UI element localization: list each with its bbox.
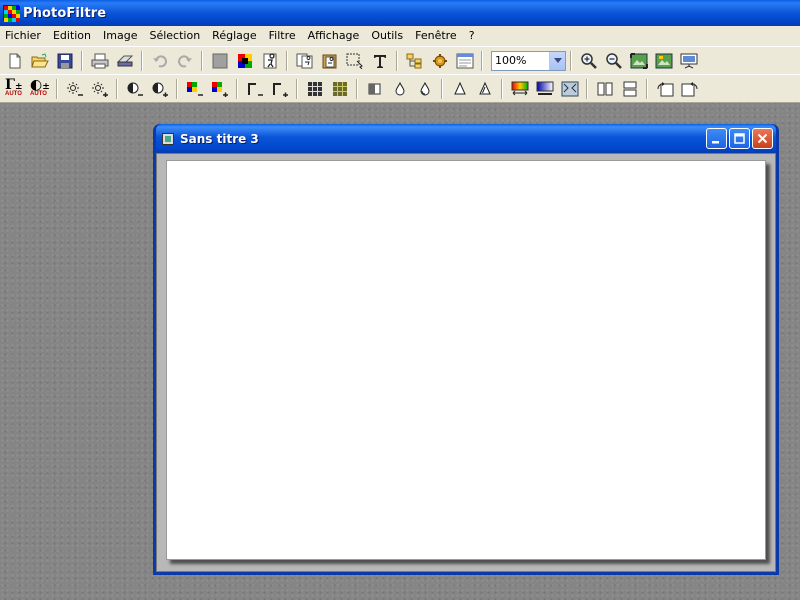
- toolbar-separator: [116, 78, 118, 99]
- auto-levels-icon[interactable]: Γ± AUTO: [3, 78, 27, 100]
- menu-bar: Fichier Edition Image Sélection Réglage …: [0, 26, 800, 46]
- print-icon[interactable]: [88, 50, 112, 72]
- transparency-icon[interactable]: [258, 50, 282, 72]
- new-icon[interactable]: [3, 50, 27, 72]
- contrast-plus-icon[interactable]: [148, 78, 172, 100]
- menu-selection[interactable]: Sélection: [143, 27, 206, 45]
- contrast-minus-icon[interactable]: [123, 78, 147, 100]
- text-icon[interactable]: [368, 50, 392, 72]
- window-icon[interactable]: [453, 50, 477, 72]
- scan-icon[interactable]: [113, 50, 137, 72]
- menu-fichier[interactable]: Fichier: [0, 27, 47, 45]
- toolbar-separator: [236, 78, 238, 99]
- flip-vertical-icon[interactable]: [618, 78, 642, 100]
- gamma-minus-icon[interactable]: [243, 78, 267, 100]
- zoom-in-icon[interactable]: [577, 50, 601, 72]
- toolbar-separator: [286, 50, 288, 71]
- menu-filtre[interactable]: Filtre: [263, 27, 302, 45]
- tree-icon[interactable]: [403, 50, 427, 72]
- menu-reglage[interactable]: Réglage: [206, 27, 262, 45]
- auto-label: AUTO: [5, 90, 22, 97]
- sharpen-icon[interactable]: [363, 78, 387, 100]
- toolbar-separator: [441, 78, 443, 99]
- paste-icon[interactable]: [318, 50, 342, 72]
- toolbar-separator: [501, 78, 503, 99]
- select-all-icon[interactable]: [343, 50, 367, 72]
- undo-icon[interactable]: [148, 50, 172, 72]
- toolbar-separator: [201, 50, 203, 71]
- menu-image[interactable]: Image: [97, 27, 143, 45]
- rotate-left-icon[interactable]: [653, 78, 677, 100]
- plugins-icon[interactable]: [428, 50, 452, 72]
- photofiltre-app-icon: [3, 5, 20, 22]
- fade-icon[interactable]: [533, 78, 557, 100]
- app-titlebar[interactable]: PhotoFiltre: [0, 0, 800, 26]
- auto-contrast-glyph: ◐± AUTO: [30, 78, 50, 99]
- document-icon: [162, 132, 174, 145]
- menu-fenetre[interactable]: Fenêtre: [409, 27, 463, 45]
- slideshow-icon[interactable]: [677, 50, 701, 72]
- menu-help[interactable]: ?: [463, 27, 481, 45]
- fit-window-icon[interactable]: [627, 50, 651, 72]
- brightness-plus-icon[interactable]: [88, 78, 112, 100]
- rotate-right-icon[interactable]: [678, 78, 702, 100]
- document-titlebar[interactable]: Sans titre 3: [156, 124, 776, 153]
- minimize-icon: [712, 141, 719, 144]
- adjust-toolbar: Γ± AUTO ◐± AUTO: [0, 74, 800, 103]
- soften-more-icon[interactable]: [473, 78, 497, 100]
- saturation-plus-icon[interactable]: [208, 78, 232, 100]
- toolbar-separator: [396, 50, 398, 71]
- app-title: PhotoFiltre: [23, 5, 107, 21]
- main-toolbar: 100%: [0, 46, 800, 74]
- copy-icon[interactable]: [293, 50, 317, 72]
- grid-icon[interactable]: [303, 78, 327, 100]
- close-button[interactable]: [752, 128, 773, 149]
- zoom-out-icon[interactable]: [602, 50, 626, 72]
- redo-icon[interactable]: [173, 50, 197, 72]
- toolbar-separator: [356, 78, 358, 99]
- mosaic-icon[interactable]: [328, 78, 352, 100]
- gamma-plus-icon[interactable]: [268, 78, 292, 100]
- brightness-minus-icon[interactable]: [63, 78, 87, 100]
- fill-gray-icon[interactable]: [208, 50, 232, 72]
- toolbar-separator: [56, 78, 58, 99]
- soften-icon[interactable]: [448, 78, 472, 100]
- toolbar-separator: [296, 78, 298, 99]
- window-controls: [706, 128, 773, 149]
- document-body: [156, 153, 776, 572]
- menu-outils[interactable]: Outils: [365, 27, 409, 45]
- color-palette-icon[interactable]: [233, 50, 257, 72]
- flip-horizontal-icon[interactable]: [593, 78, 617, 100]
- saturation-minus-icon[interactable]: [183, 78, 207, 100]
- toolbar-separator: [81, 50, 83, 71]
- blur-more-icon[interactable]: [413, 78, 437, 100]
- blur-icon[interactable]: [388, 78, 412, 100]
- open-icon[interactable]: [28, 50, 52, 72]
- zoom-select[interactable]: 100%: [491, 50, 566, 71]
- close-icon: [757, 133, 768, 144]
- gradient-icon[interactable]: [508, 78, 532, 100]
- save-icon[interactable]: [53, 50, 77, 72]
- auto-label: AUTO: [30, 90, 47, 97]
- maximize-button[interactable]: [729, 128, 750, 149]
- menu-edition[interactable]: Edition: [47, 27, 97, 45]
- texture-icon[interactable]: [558, 78, 582, 100]
- toolbar-separator: [570, 50, 572, 71]
- toolbar-separator: [176, 78, 178, 99]
- toolbar-separator: [646, 78, 648, 99]
- minimize-button[interactable]: [706, 128, 727, 149]
- toolbar-separator: [141, 50, 143, 71]
- toolbar-separator: [481, 50, 483, 71]
- auto-contrast-icon[interactable]: ◐± AUTO: [28, 78, 52, 100]
- actual-size-icon[interactable]: [652, 50, 676, 72]
- document-window[interactable]: Sans titre 3: [153, 124, 779, 575]
- chevron-down-icon[interactable]: [549, 51, 565, 70]
- document-title: Sans titre 3: [180, 131, 259, 146]
- maximize-icon: [734, 133, 745, 144]
- zoom-value: 100%: [495, 54, 527, 67]
- menu-affichage[interactable]: Affichage: [302, 27, 366, 45]
- image-canvas[interactable]: [166, 160, 766, 560]
- toolbar-separator: [586, 78, 588, 99]
- auto-levels-glyph: Γ± AUTO: [5, 78, 25, 99]
